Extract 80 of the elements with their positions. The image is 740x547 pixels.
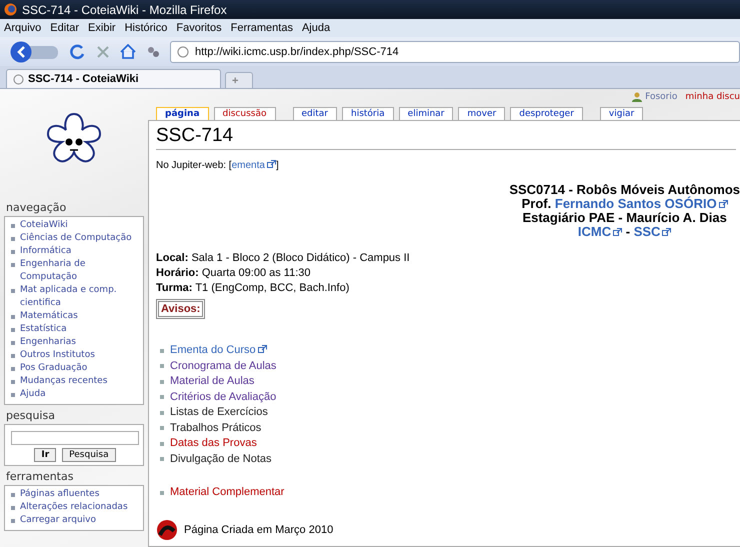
page-tab[interactable]: discussão (214, 107, 276, 120)
course-link[interactable]: Critérios de Avaliação (170, 390, 276, 405)
external-link-icon (266, 160, 276, 168)
info-line: Turma: T1 (EngComp, BCC, Bach.Info) (156, 281, 350, 296)
portlet-title: navegação (6, 201, 68, 214)
institute-link[interactable]: ICMC (578, 224, 622, 239)
course-link[interactable]: Material Complementar (170, 485, 284, 500)
external-link-icon (613, 228, 622, 236)
list-text: Listas de Exercícios (170, 405, 268, 420)
sidebar-link[interactable]: Ajuda (11, 388, 139, 401)
page-tab[interactable]: página (156, 107, 209, 120)
menu-item[interactable]: Histórico (124, 22, 168, 34)
external-link-icon (662, 228, 672, 236)
sidebar-link[interactable]: Matemáticas (11, 310, 139, 323)
footer-text: Página Criada em Março 2010 (184, 524, 334, 536)
course-link[interactable]: Material de Aulas (170, 374, 254, 390)
sidebar-link[interactable]: Estatística (11, 323, 139, 336)
jupiter-label: No Jupiter-web: [ (156, 160, 232, 171)
search-button[interactable]: Ir (34, 448, 56, 462)
sidebar-link[interactable]: Pos Graduação (11, 362, 139, 375)
sidebar-link[interactable]: Mudanças recentes (11, 375, 139, 388)
professor-link[interactable]: Fernando Santos OSÓRIO (554, 196, 728, 211)
browser-logo-icon (4, 3, 17, 16)
sidebar-link[interactable]: Engenharias (11, 336, 139, 349)
sidebar-link[interactable]: Informática (11, 245, 139, 258)
window-title: SSC-714 - CoteiaWiki - Mozilla Firefox (22, 2, 227, 16)
bookmark-icon[interactable] (146, 44, 160, 58)
sidebar-link[interactable]: Ciências de Computação (11, 232, 139, 245)
sidebar-link[interactable]: Alterações relacionadas (11, 500, 139, 514)
list-text: Divulgação de Notas (170, 452, 272, 466)
course-link[interactable]: Datas das Provas (170, 436, 257, 452)
notice-label: Avisos: (156, 299, 206, 319)
page-heading: SSC-714 (156, 125, 736, 150)
page-tab[interactable]: mover (458, 107, 506, 120)
course-link[interactable]: Cronograma de Aulas (170, 358, 276, 374)
professor-label: Prof. (522, 196, 552, 211)
ementa-link[interactable]: ementa (232, 160, 276, 171)
separator-text: - (624, 224, 632, 239)
course-link[interactable]: Ementa do Curso (170, 343, 267, 358)
page-tab[interactable]: história (342, 107, 394, 120)
search-button[interactable]: Pesquisa (62, 448, 116, 462)
menu-item[interactable]: Editar (50, 22, 80, 34)
sidebar-link[interactable]: Engenharia de Computação (11, 258, 139, 284)
sidebar-link[interactable]: Carregar arquivo (11, 514, 139, 526)
browser-tab[interactable]: SSC-714 - CoteiaWiki (6, 69, 221, 88)
course-title: SSC0714 - Robôs Móveis Autônomos (509, 183, 740, 197)
home-icon[interactable] (120, 44, 136, 59)
address-field[interactable]: http://wiki.icmc.usp.br/index.php/SSC-714 (170, 40, 740, 62)
site-icon (13, 74, 24, 84)
search-field[interactable] (11, 430, 139, 444)
personal-link[interactable]: minha discu (685, 92, 740, 102)
logo-icon (156, 518, 178, 540)
user-icon (632, 92, 642, 102)
portlet-title: pesquisa (6, 409, 56, 422)
sidebar-link[interactable]: CoteiaWiki (11, 219, 139, 232)
menu-item[interactable]: Favoritos (176, 22, 222, 34)
page-tab[interactable]: eliminar (398, 107, 454, 120)
page-tab[interactable]: desproteger (510, 107, 583, 120)
external-link-icon (718, 200, 728, 208)
personal-link[interactable]: Fosorio (632, 92, 678, 102)
sidebar-link[interactable]: Páginas afluentes (11, 488, 139, 500)
site-icon (177, 46, 189, 58)
menu-item[interactable]: Ferramentas (230, 22, 293, 34)
menu-item[interactable]: Ajuda (302, 22, 330, 34)
portlet-title: ferramentas (6, 470, 74, 482)
sidebar-link[interactable]: Outros Institutos (11, 349, 139, 362)
menu-item[interactable]: Exibir (88, 22, 116, 34)
reload-icon[interactable] (70, 44, 86, 60)
info-line: Local: Sala 1 - Bloco 2 (Bloco Didático) - Campus II (156, 251, 411, 266)
bracket-text: ] (276, 160, 279, 171)
sidebar-link[interactable]: Mat aplicada e comp. cientifica (11, 284, 139, 310)
info-line: Horário: Quarta 09:00 as 11:30 (156, 266, 312, 281)
assistant-text: Estagiário PAE - Maurício A. Dias (521, 211, 728, 225)
external-link-icon (258, 345, 267, 353)
page-tab[interactable]: vigiar (600, 107, 644, 120)
page-tab[interactable]: editar (292, 107, 337, 120)
menu-item[interactable]: Arquivo (4, 22, 42, 34)
list-text: Trabalhos Práticos (170, 420, 262, 436)
back-button-icon[interactable] (10, 40, 60, 62)
institute-link[interactable]: SSC (634, 224, 672, 239)
